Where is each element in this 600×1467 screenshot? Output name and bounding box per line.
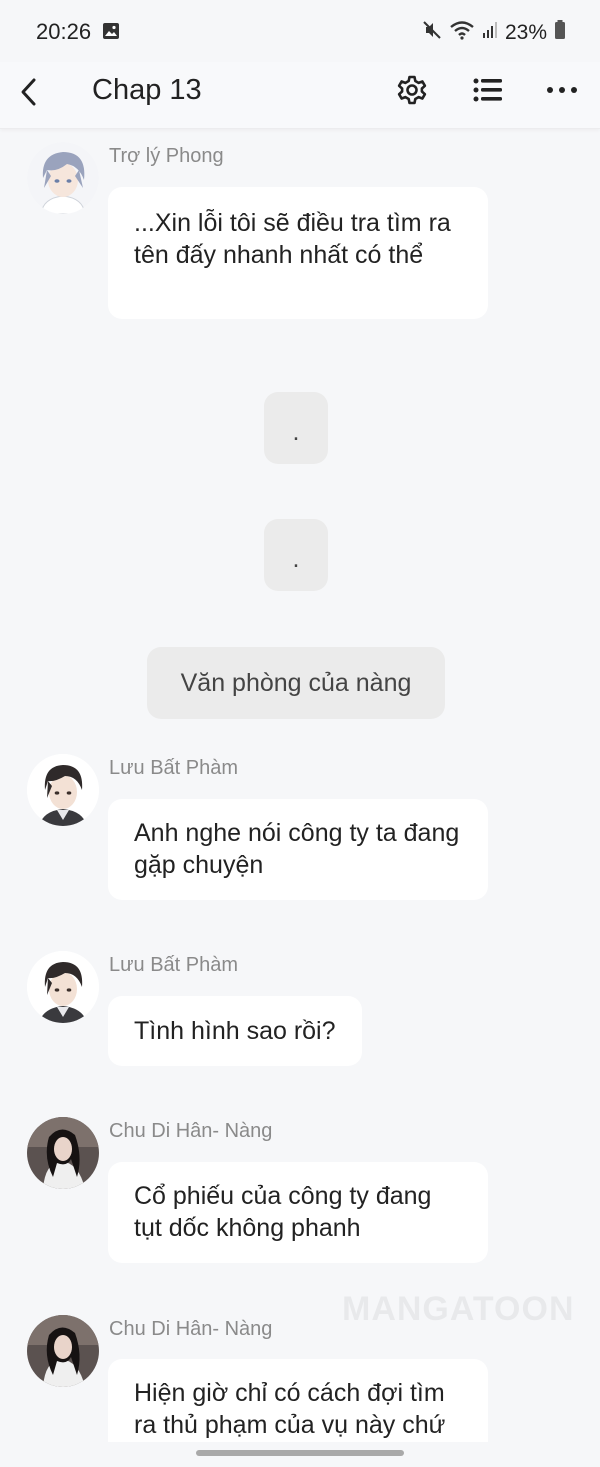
- back-arrow-icon: [21, 78, 36, 106]
- status-time: 20:26: [36, 19, 92, 44]
- gear-icon: [397, 75, 427, 105]
- page-title: Chap 13: [92, 74, 202, 106]
- signal-icon: [482, 21, 498, 45]
- status-icons: 23%: [422, 20, 566, 46]
- message-bubble: Cổ phiếu của công ty đang tụt dốc không …: [108, 1162, 488, 1263]
- settings-button[interactable]: [394, 72, 430, 108]
- narration-bubble: .: [264, 392, 328, 464]
- avatar[interactable]: [27, 142, 99, 214]
- message-bubble: Anh nghe nói công ty ta đang gặp chuyện: [108, 799, 488, 900]
- mangatoon-watermark: MANGATOON: [342, 1290, 575, 1328]
- battery-icon: [554, 20, 566, 46]
- wifi-icon: [449, 20, 475, 46]
- sender-name: Lưu Bất Phàm: [109, 757, 239, 779]
- narration-bubble: .: [264, 519, 328, 591]
- top-app-bar: Chap 13: [0, 62, 600, 129]
- back-button[interactable]: [14, 74, 44, 110]
- message-bubble: ...Xin lỗi tôi sẽ điều tra tìm ra tên đấ…: [108, 187, 488, 319]
- mute-icon: [422, 20, 442, 46]
- sender-name: Chu Di Hân- Nàng: [109, 1120, 273, 1142]
- more-dots-icon: [547, 87, 577, 93]
- message-bubble: Hiện giờ chỉ có cách đợi tìm ra thủ phạm…: [108, 1359, 488, 1442]
- list-icon: [473, 78, 502, 102]
- message-bubble: Tình hình sao rồi?: [108, 996, 362, 1066]
- more-options-button[interactable]: [544, 72, 580, 108]
- sender-name: Chu Di Hân- Nàng: [109, 1318, 273, 1340]
- avatar[interactable]: [27, 1117, 99, 1189]
- avatar[interactable]: [27, 951, 99, 1023]
- chapter-list-button[interactable]: [470, 72, 506, 108]
- avatar[interactable]: [27, 754, 99, 826]
- home-indicator[interactable]: [196, 1450, 404, 1456]
- status-bar: 20:26 23%: [0, 0, 600, 62]
- avatar[interactable]: [27, 1315, 99, 1387]
- sender-name: Lưu Bất Phàm: [109, 954, 239, 976]
- gallery-icon: [102, 22, 120, 40]
- sender-name: Trợ lý Phong: [109, 145, 224, 167]
- narration-bubble: Văn phòng của nàng: [147, 647, 445, 719]
- battery-percent: 23%: [504, 21, 547, 44]
